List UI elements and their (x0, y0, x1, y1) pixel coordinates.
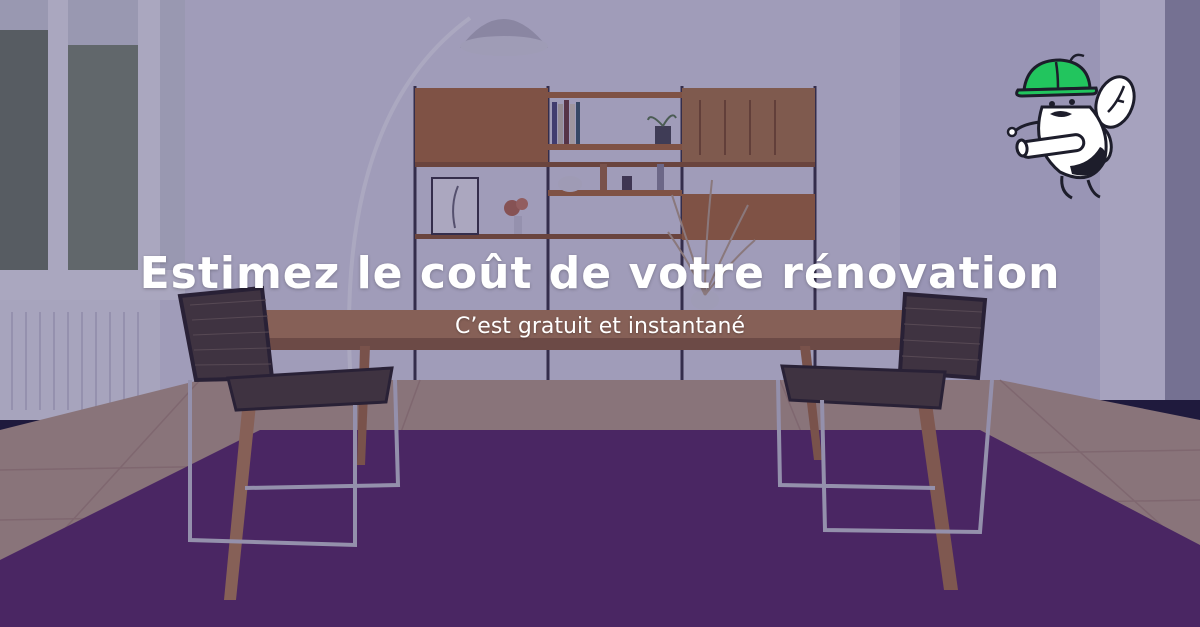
bee-worker-icon (1006, 53, 1136, 200)
hero-title: Estimez le coût de votre rénovation (139, 248, 1061, 299)
hero-banner: Estimez le coût de votre rénovation C’es… (0, 0, 1200, 627)
hero-subtitle: C’est gratuit et instantané (454, 314, 746, 339)
